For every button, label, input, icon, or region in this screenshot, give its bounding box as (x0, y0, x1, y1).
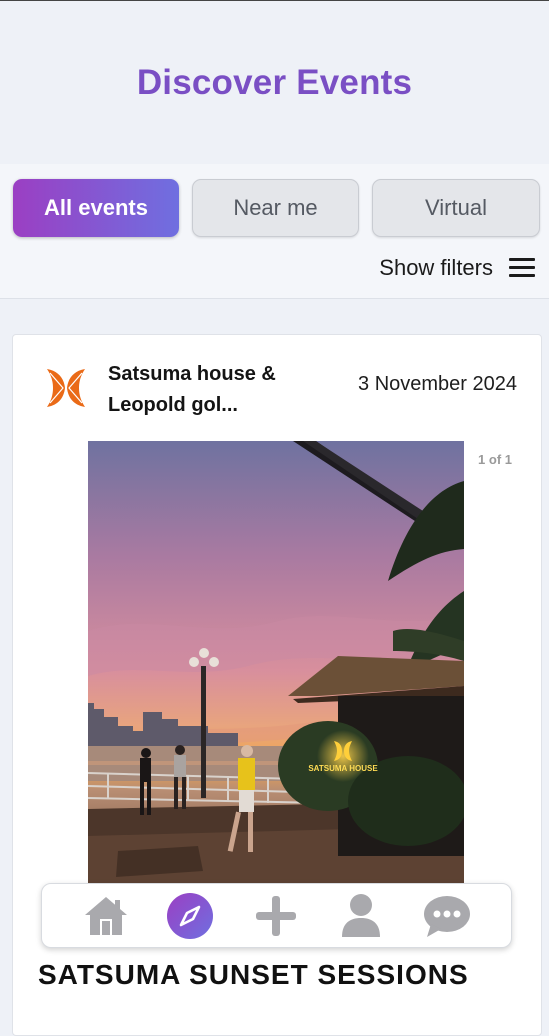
event-photo[interactable]: SATSUMA HOUSE (88, 441, 464, 901)
photo-sign-text: SATSUMA HOUSE (308, 764, 378, 773)
show-filters-button[interactable]: Show filters (379, 253, 535, 283)
filter-bar: All events Near me Virtual Show filters (0, 164, 549, 299)
home-icon (85, 897, 127, 935)
chat-icon (424, 896, 470, 937)
show-filters-label: Show filters (379, 255, 493, 280)
event-title[interactable]: SATSUMA SUNSET SESSIONS (38, 959, 469, 991)
plus-icon (256, 896, 296, 936)
event-date: 3 November 2024 (358, 373, 517, 395)
user-icon (342, 894, 380, 937)
tab-all-events[interactable]: All events (13, 179, 179, 237)
image-counter: 1 of 1 (478, 452, 512, 467)
nav-create[interactable] (252, 892, 300, 940)
compass-icon (167, 893, 213, 939)
tab-virtual[interactable]: Virtual (372, 179, 540, 237)
nav-messages[interactable] (423, 892, 471, 940)
organizer-logo-icon (47, 369, 85, 407)
bottom-nav (41, 883, 512, 948)
nav-profile[interactable] (337, 892, 385, 940)
event-photo-image: SATSUMA HOUSE (88, 441, 464, 901)
tab-near-me[interactable]: Near me (192, 179, 359, 237)
page-title: Discover Events (136, 63, 413, 102)
hamburger-menu-icon (509, 258, 535, 278)
page-header: Discover Events (0, 1, 549, 164)
organizer-name[interactable]: Satsuma house & Leopold gol... (108, 359, 288, 421)
nav-discover[interactable] (166, 892, 214, 940)
nav-home[interactable] (82, 892, 130, 940)
